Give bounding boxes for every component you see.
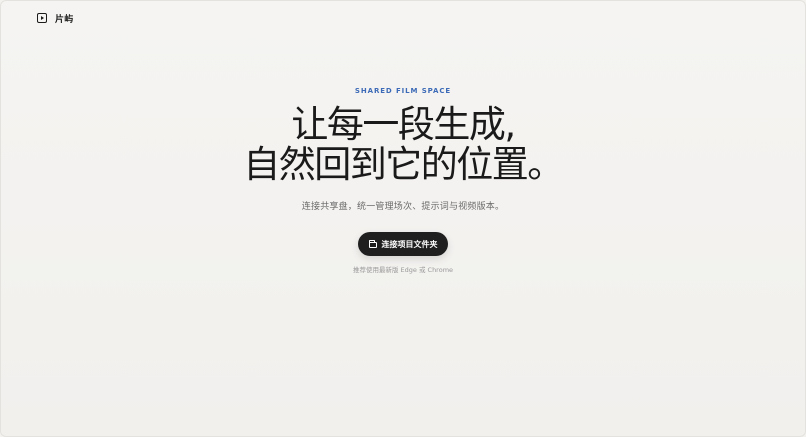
browser-hint: 推荐使用最新版 Edge 或 Chrome xyxy=(352,266,454,274)
brand-logo[interactable]: 片屿 xyxy=(37,12,74,25)
subtitle: 连接共享盘，统一管理场次、提示词与视频版本。 xyxy=(301,202,505,212)
headline: 让每一段生成, 自然回到它的位置。 xyxy=(1,105,805,185)
headline-line-1: 让每一段生成, xyxy=(291,103,516,146)
connect-folder-button[interactable]: 连接项目文件夹 xyxy=(358,232,448,256)
connect-folder-label: 连接项目文件夹 xyxy=(381,239,438,249)
app-page: 片屿 SHARED FILM SPACE 让每一段生成, 自然回到它的位置。 连… xyxy=(0,0,806,437)
top-bar: 片屿 xyxy=(1,1,805,35)
eyebrow-label: SHARED FILM SPACE xyxy=(354,87,452,95)
headline-line-2: 自然回到它的位置。 xyxy=(243,143,564,186)
brand-name: 片屿 xyxy=(55,14,74,25)
folder-icon xyxy=(368,239,377,248)
hero-section: SHARED FILM SPACE 让每一段生成, 自然回到它的位置。 连接共享… xyxy=(1,81,805,274)
play-square-icon xyxy=(37,13,47,23)
